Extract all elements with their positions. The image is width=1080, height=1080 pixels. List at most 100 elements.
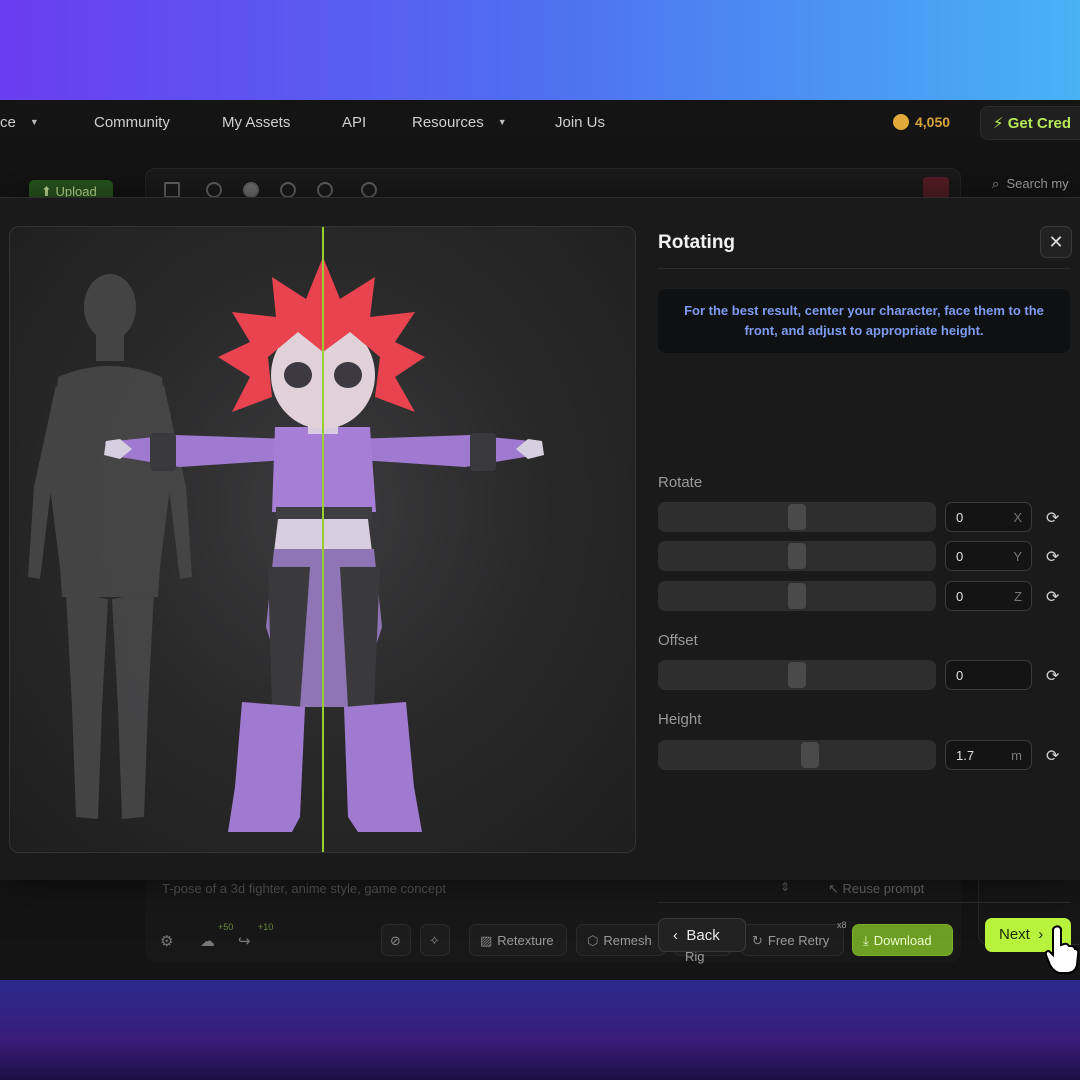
reference-silhouette: [28, 274, 192, 819]
free-retry-count-badge: x8: [837, 920, 847, 930]
chevron-right-icon: ›: [1038, 926, 1044, 943]
slider-thumb[interactable]: [788, 662, 806, 688]
height-input[interactable]: 1.7 m: [945, 740, 1032, 770]
slider-thumb[interactable]: [788, 583, 806, 609]
top-nav: ce ▼ Community My Assets API Resources ▼ J…: [0, 100, 1080, 146]
coin-icon: [893, 114, 909, 130]
axis-x-label: X: [1013, 510, 1022, 525]
offset-label: Offset: [658, 632, 698, 649]
slider-thumb[interactable]: [788, 543, 806, 569]
hand-pointer-cursor: [1045, 925, 1079, 974]
credits-display: 4,050: [893, 114, 950, 130]
remesh-label: Remesh: [603, 933, 652, 948]
nav-item-partial[interactable]: ce ▼: [0, 114, 39, 131]
close-icon: ✕: [1048, 232, 1064, 252]
rotate-x-input[interactable]: 0 X: [945, 502, 1032, 532]
pattern-button[interactable]: ⊘: [381, 924, 411, 956]
reset-icon[interactable]: ⟳: [1046, 666, 1059, 686]
back-label: Back: [686, 927, 720, 944]
model-viewport[interactable]: [9, 226, 636, 853]
rotate-x-slider[interactable]: [658, 502, 936, 532]
upload-reward-badge: +50: [218, 922, 234, 932]
download-label: Download: [873, 933, 932, 948]
prompt-input[interactable]: T-pose of a 3d fighter, anime style, gam…: [162, 881, 446, 896]
rotate-label: Rotate: [658, 474, 703, 491]
nav-item-my-assets[interactable]: My Assets: [222, 114, 290, 131]
search-assets[interactable]: ⌕ Search my: [992, 176, 1069, 192]
search-icon: ⌕: [992, 176, 1000, 191]
sphere-wire-icon[interactable]: [206, 182, 222, 198]
slider-thumb[interactable]: [801, 742, 819, 768]
height-label: Height: [658, 711, 702, 728]
sphere-normal-icon[interactable]: [317, 182, 333, 198]
info-message: For the best result, center your charact…: [658, 289, 1070, 353]
cloud-upload-icon[interactable]: ☁: [200, 932, 215, 950]
sphere-texture-icon[interactable]: [280, 182, 296, 198]
offset-input[interactable]: 0: [945, 660, 1032, 690]
height-slider[interactable]: [658, 740, 936, 770]
app-window: ce ▼ Community My Assets API Resources ▼ J…: [0, 100, 1080, 980]
nav-item-resources-label: Resources: [412, 114, 484, 131]
download-icon: ⤓: [863, 933, 869, 948]
chevron-down-icon: ▼: [497, 117, 507, 127]
character-preview: [28, 227, 544, 852]
reset-icon[interactable]: ⟳: [1046, 547, 1059, 567]
retexture-label: Retexture: [497, 933, 554, 948]
close-button[interactable]: ✕: [1040, 226, 1072, 258]
rotating-modal: Rotating ✕ For the best result, center y…: [0, 197, 1080, 974]
monitor-icon[interactable]: [164, 182, 180, 198]
free-retry-label: Free Retry: [767, 933, 830, 948]
reuse-prompt-label: Reuse prompt: [842, 881, 925, 896]
lightning-icon: ⚡: [993, 115, 1004, 132]
remesh-icon: ⬡: [587, 933, 599, 948]
get-credits-label: Get Cred: [1007, 115, 1072, 132]
axis-y-label: Y: [1013, 549, 1022, 564]
refresh-icon: ↻: [752, 933, 763, 948]
height-unit: m: [1011, 748, 1022, 763]
magic-icon: ✧: [429, 933, 440, 948]
retexture-icon: ▨: [480, 933, 493, 948]
slider-thumb[interactable]: [788, 504, 806, 530]
reuse-prompt-button[interactable]: ↖ Reuse prompt: [828, 881, 924, 897]
globe-icon[interactable]: [361, 182, 377, 198]
nav-item-resources[interactable]: Resources ▼: [412, 114, 507, 131]
nav-item-community[interactable]: Community: [94, 114, 170, 131]
reset-icon[interactable]: ⟳: [1046, 587, 1059, 607]
axis-z-label: Z: [1014, 589, 1022, 604]
get-credits-button[interactable]: ⚡ Get Cred: [980, 106, 1080, 140]
reset-icon[interactable]: ⟳: [1046, 508, 1059, 528]
expand-icon[interactable]: ⇕: [780, 880, 790, 894]
back-button[interactable]: ‹ Back: [658, 918, 746, 952]
share-icon[interactable]: ↪: [238, 932, 251, 950]
top-gradient-banner: [0, 0, 1080, 100]
credits-value: 4,050: [915, 114, 951, 130]
reset-icon[interactable]: ⟳: [1046, 746, 1059, 766]
nav-item-api[interactable]: API: [342, 114, 366, 131]
rotate-z-value: 0: [956, 589, 964, 604]
free-retry-button[interactable]: ↻ Free Retry: [741, 924, 844, 956]
modal-title: Rotating: [658, 232, 736, 253]
settings-icon[interactable]: ⚙: [160, 932, 173, 950]
offset-slider[interactable]: [658, 660, 936, 690]
rotate-y-slider[interactable]: [658, 541, 936, 571]
offset-value: 0: [956, 668, 964, 683]
share-reward-badge: +10: [258, 922, 274, 932]
rotate-y-value: 0: [956, 549, 964, 564]
download-button[interactable]: ⤓ Download: [852, 924, 953, 956]
height-value: 1.7: [956, 748, 975, 763]
divider: [658, 902, 1070, 903]
remesh-button[interactable]: ⬡ Remesh: [576, 924, 666, 956]
divider: [658, 268, 1070, 269]
retexture-button[interactable]: ▨ Retexture: [469, 924, 567, 956]
pattern-icon: ⊘: [390, 933, 401, 948]
magic-button[interactable]: ✧: [420, 924, 450, 956]
rotate-z-slider[interactable]: [658, 581, 936, 611]
chevron-left-icon: ‹: [673, 927, 678, 944]
chevron-down-icon: ▼: [29, 117, 39, 127]
bottom-gradient-banner: [0, 980, 1080, 1080]
nav-item-join-us[interactable]: Join Us: [555, 114, 605, 131]
sphere-solid-icon[interactable]: [243, 182, 259, 198]
rotate-y-input[interactable]: 0 Y: [945, 541, 1032, 571]
rotate-z-input[interactable]: 0 Z: [945, 581, 1032, 611]
search-label: Search my: [1006, 176, 1069, 191]
